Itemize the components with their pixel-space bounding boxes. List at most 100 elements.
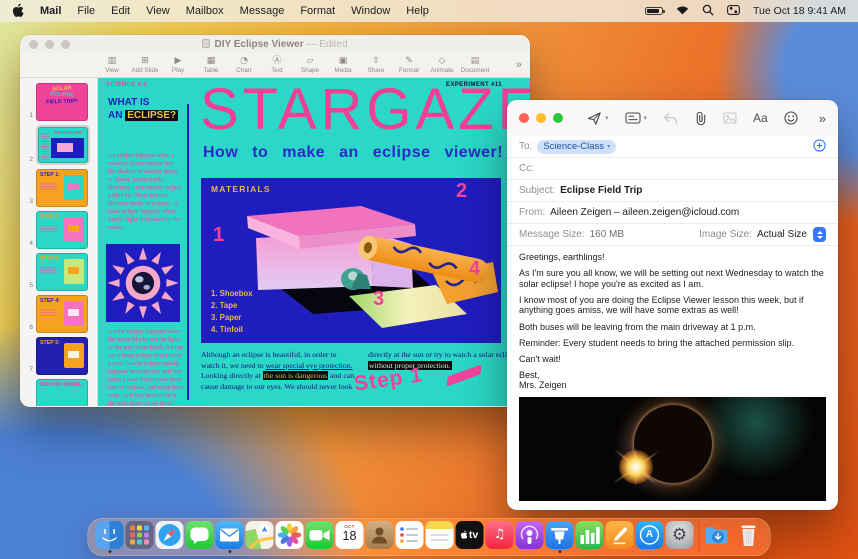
material-item: 4. Tinfoil [211, 324, 243, 334]
reply-button-disabled[interactable] [663, 112, 678, 125]
dock-icon-contacts[interactable] [365, 520, 395, 554]
zoom-button[interactable] [553, 113, 563, 123]
material-item: 1. Shoebox [211, 288, 253, 298]
dock-icon-music[interactable]: ♫ [485, 520, 515, 554]
add-slide-button[interactable]: ⊞ Add Slide [129, 56, 161, 74]
slide-title[interactable]: STARGAZER [200, 81, 530, 139]
menu-item-file[interactable]: File [77, 5, 95, 17]
slide-thumbnail-1[interactable]: 1 SOLAR ECLIPSE FIELD TRIP! [20, 83, 97, 121]
insert-photo-button-disabled[interactable] [723, 112, 737, 124]
header-fields-button[interactable]: ▾ [624, 112, 647, 124]
edited-label: — Edited [306, 38, 348, 50]
dock: OCT 18 tv ♫ A ⚙ [87, 518, 771, 556]
slide-divider [187, 104, 189, 400]
slide-heading[interactable]: WHAT IS AN ECLIPSE? [108, 97, 179, 122]
to-field[interactable]: To: Science-Class ▾ [507, 136, 838, 158]
send-button[interactable]: ▾ [587, 111, 609, 126]
recipient-token[interactable]: Science-Class ▾ [537, 139, 617, 154]
dock-icon-downloads-folder[interactable] [704, 521, 734, 554]
message-body[interactable]: Greetings, earthlings! As I'm sure you a… [507, 246, 838, 391]
slide-body-left-column[interactable]: Although an eclipse is beautiful, in ord… [201, 350, 355, 392]
slide-thumbnail-4[interactable]: 4 STEP 2: [20, 211, 97, 249]
dock-icon-photos[interactable] [275, 520, 305, 554]
from-field[interactable]: From: Aileen Zeigen – aileen.zeigen@iclo… [507, 202, 838, 224]
dock-icon-numbers[interactable] [575, 520, 605, 554]
chart-button[interactable]: ◔ Chart [228, 56, 260, 74]
dock-icon-messages[interactable] [185, 520, 215, 554]
view-button[interactable]: ▥ View [96, 55, 128, 74]
wifi-icon[interactable] [676, 5, 689, 18]
slide-thumbnail-3[interactable]: 3 STEP 1: [20, 169, 97, 207]
slide-subtitle[interactable]: How to make an eclipse viewer! [203, 144, 503, 162]
from-label: From: [519, 207, 546, 218]
menu-item-message[interactable]: Message [240, 5, 285, 17]
battery-icon[interactable] [645, 6, 665, 16]
apple-menu-icon[interactable] [12, 3, 24, 20]
keynote-title-bar[interactable]: DIY Eclipse Viewer — Edited [20, 35, 530, 53]
format-text-button[interactable]: Aa [753, 111, 768, 125]
menu-item-view[interactable]: View [146, 5, 170, 17]
search-icon[interactable] [702, 4, 714, 19]
dock-icon-trash[interactable] [734, 521, 764, 554]
dock-icon-finder[interactable] [95, 520, 125, 554]
media-button[interactable]: ▣ Media [327, 55, 359, 74]
mail-toolbar[interactable]: ▾ ▾ Aa » [507, 100, 838, 136]
menu-item-edit[interactable]: Edit [111, 5, 130, 17]
dock-icon-podcasts[interactable] [515, 520, 545, 554]
image-size-select[interactable] [813, 227, 826, 242]
control-center-icon[interactable] [727, 4, 740, 18]
size-row: Message Size: 160 MB Image Size: Actual … [507, 224, 838, 246]
dock-icon-calendar[interactable]: OCT 18 [335, 520, 365, 554]
minimize-button[interactable] [536, 113, 546, 123]
animate-button[interactable]: ◇ Animate [426, 56, 458, 74]
dock-icon-system-settings[interactable]: ⚙ [665, 520, 695, 554]
menu-app-name[interactable]: Mail [40, 5, 61, 17]
menu-item-help[interactable]: Help [406, 5, 429, 17]
dock-icon-reminders[interactable] [395, 520, 425, 554]
dock-icon-launchpad[interactable] [125, 520, 155, 554]
dock-icon-app-store[interactable]: A [635, 520, 665, 554]
play-button[interactable]: ▶ Play [162, 56, 194, 74]
cc-field[interactable]: Cc: [507, 158, 838, 180]
dock-icon-maps[interactable] [245, 520, 275, 554]
attach-button[interactable] [694, 111, 707, 126]
dock-icon-facetime[interactable] [305, 520, 335, 554]
add-recipient-button[interactable] [813, 138, 826, 155]
dock-icon-safari[interactable] [155, 520, 185, 554]
sun-illustration[interactable] [106, 244, 180, 322]
dock-icon-notes[interactable] [425, 520, 455, 554]
slide-thumbnail-5[interactable]: 5 STEP 3: [20, 253, 97, 291]
shape-button[interactable]: ▱ Shape [294, 56, 326, 74]
slide-paragraph-1[interactable]: An eclipse happens when a moon or planet… [108, 152, 182, 232]
slide-canvas[interactable]: SCIENCE 4.2 EXPERIMENT #11 WHAT IS AN EC… [98, 78, 530, 406]
document-button[interactable]: ▤ Document [459, 56, 491, 74]
toolbar-overflow-icon[interactable]: » [819, 111, 826, 126]
keynote-window: DIY Eclipse Viewer — Edited ▥ View ⊞ Add S… [20, 35, 530, 407]
emoji-button[interactable] [784, 111, 798, 125]
close-button[interactable] [519, 113, 529, 123]
dock-icon-keynote[interactable] [545, 520, 575, 554]
dock-icon-tv[interactable]: tv [455, 520, 485, 554]
media-icon: ▣ [338, 55, 348, 66]
view-icon: ▥ [107, 55, 117, 66]
toolbar-overflow-icon[interactable]: » [516, 59, 522, 71]
slide-thumbnail-6[interactable]: 6 STEP 4: [20, 295, 97, 333]
dock-icon-pages[interactable] [605, 520, 635, 554]
menu-item-mailbox[interactable]: Mailbox [186, 5, 224, 17]
menu-item-format[interactable]: Format [300, 5, 335, 17]
share-button[interactable]: ⇧ Share [360, 56, 392, 74]
subject-field[interactable]: Subject: Eclipse Field Trip [507, 180, 838, 202]
slide-thumbnail-7[interactable]: 7 STEP 5: [20, 337, 97, 375]
dock-icon-mail[interactable] [215, 520, 245, 554]
table-button[interactable]: ▦ Table [195, 56, 227, 74]
slide-thumbnail-8[interactable]: 8 DID YOU KNOW... [20, 379, 97, 406]
text-button[interactable]: Ⓐ Text [261, 56, 293, 74]
step-1-annotation[interactable]: Step 1 [353, 363, 425, 396]
menu-clock[interactable]: Tue Oct 18 9:41 AM [753, 5, 846, 17]
body-signoff: Best, [519, 369, 540, 380]
materials-box[interactable]: MATERIALS 1 2 3 4 1. Shoebox 2. Tape 3. … [201, 178, 501, 343]
slide-paragraph-2[interactable]: A solar eclipse happens when the moon bl… [108, 328, 184, 406]
format-button[interactable]: ✎ Format [393, 56, 425, 74]
menu-item-window[interactable]: Window [351, 5, 390, 17]
slide-thumbnail-2-selected[interactable]: 2 STARGAZER [20, 125, 97, 165]
